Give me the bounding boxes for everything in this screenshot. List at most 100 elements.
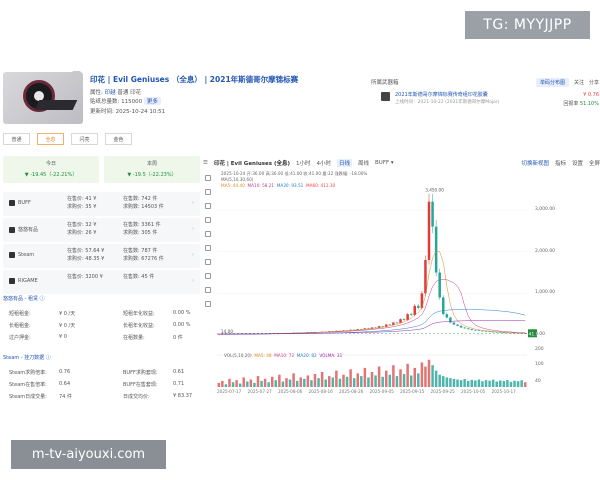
sell-qty-line: 在售数: 787 件: [123, 247, 164, 255]
wear-tab[interactable]: 金色: [105, 133, 132, 145]
kv-value: ¥ 0: [59, 334, 67, 340]
case-title-link[interactable]: 2021年斯德哥尔摩锦标赛传奇组印花胶囊: [395, 91, 488, 98]
volume-bar: [238, 383, 242, 387]
volume-bar: [288, 379, 292, 387]
volume-bar: [320, 372, 324, 387]
volume-bar: [253, 382, 256, 387]
sell-price-label: 在售价:: [67, 196, 84, 202]
y-tick-label: 2,000.00: [535, 248, 556, 254]
sell-price-line: 在售价: 41 ¥: [67, 195, 96, 203]
shape-icon[interactable]: [205, 231, 211, 237]
follow-button[interactable]: 关注: [574, 79, 584, 86]
chevron-right-icon: ›: [192, 252, 194, 258]
kv-value: 0.00 %: [173, 322, 191, 328]
volume-bar: [495, 381, 498, 387]
x-tick-label: 2025-10-05: [461, 389, 486, 394]
candle: [406, 314, 409, 320]
candle: [449, 317, 452, 323]
magnet-icon[interactable]: [205, 273, 211, 279]
toolbar-action[interactable]: 全屏: [589, 159, 600, 167]
volume-legend: VOL(5,10,20) MA5: 48 MA10: 72 MA20: 82 V…: [224, 353, 342, 358]
toolbar-action[interactable]: 设置: [572, 159, 583, 167]
favorite-icon[interactable]: [72, 71, 81, 79]
buy-qty-label: 求购数:: [123, 256, 140, 262]
volume-bar: [470, 379, 474, 387]
kv-value: 0.61: [173, 369, 185, 375]
market-name: Steam: [9, 252, 34, 258]
volume-bar: [295, 380, 299, 387]
eye-icon[interactable]: [205, 287, 211, 293]
buy-qty: 305 件: [141, 230, 158, 236]
candle: [459, 325, 463, 328]
trash-icon[interactable]: [205, 301, 211, 307]
market-row[interactable]: BUFF 在售价: 41 ¥ 求购价: 35 ¥ 在售数: 742 件求购数: 145…: [3, 192, 200, 216]
ray-icon[interactable]: [205, 203, 211, 209]
supply-more-button[interactable]: 更多: [143, 97, 161, 105]
trendline-icon[interactable]: [205, 189, 211, 195]
sell-qty-line: 在售数: 3361 件: [123, 221, 161, 229]
market-row[interactable]: RIGAME 在售价: 3200 ¥ 在售数: 45 件 ›: [3, 270, 200, 294]
share-button[interactable]: 分享: [589, 79, 599, 86]
x-tick-label: 2025-08-26: [339, 389, 364, 394]
market-row[interactable]: Steam 在售价: 57.64 ¥ 求购价: 48.35 ¥ 在售数: 787 件求…: [3, 244, 200, 268]
volume-bar: [317, 378, 320, 387]
interval-tab[interactable]: 4小时: [317, 159, 332, 167]
supply-value: 115000: [121, 99, 143, 105]
platform-select[interactable]: BUFF ▾: [375, 160, 394, 166]
volume-bar: [356, 373, 359, 387]
kv-label: BUFF求购套现:: [123, 370, 158, 376]
market-row[interactable]: 悠悠有品 在售价: 32 ¥ 求购价: 26 ¥ 在售数: 3361 件求购数: 30…: [3, 218, 200, 242]
kv-value: ¥ 0 /天: [59, 311, 76, 317]
buy-price-label: 求购价:: [67, 204, 84, 210]
sell-qty-label: 在售数:: [123, 196, 140, 202]
kv-value: 0.76: [59, 369, 71, 375]
crosshair-icon[interactable]: [205, 175, 211, 181]
wear-tab[interactable]: 普通: [3, 133, 30, 145]
volume-bar: [459, 380, 463, 387]
wear-tab[interactable]: 闪亮: [71, 133, 98, 145]
x-tick-label: 2025-07-17: [217, 389, 242, 394]
toolbar-action[interactable]: 指标: [555, 159, 566, 167]
sell-qty: 742 件: [141, 196, 158, 202]
today-change-box: 今日 ▼ -19.45（-22.21%）: [3, 156, 99, 183]
buy-price: 48.35 ¥: [85, 256, 105, 262]
volume-bar: [388, 374, 392, 387]
ruler-icon[interactable]: [205, 259, 211, 265]
fib-icon[interactable]: [205, 217, 211, 223]
interval-tab[interactable]: 1小时: [296, 159, 311, 167]
market-name-text: BUFF: [18, 200, 31, 206]
candle: [424, 260, 427, 294]
volume-bar: [342, 374, 345, 387]
kv-label: 长租租金:: [9, 323, 31, 329]
y-tick-label: 1,000.00: [535, 290, 556, 296]
sell-qty-line: 在售数: 45 件: [123, 273, 154, 281]
related-buttons: 单码分布图 关注 分享: [535, 78, 599, 87]
kv-label: BUFF在售套现:: [123, 382, 158, 388]
market-logo-icon: [9, 278, 15, 284]
volume-bar: [345, 376, 349, 387]
volume-bar: [224, 384, 228, 387]
kv-label: 在租数量:: [123, 335, 145, 341]
text-icon[interactable]: [205, 245, 211, 251]
distribution-button[interactable]: 单码分布图: [535, 78, 569, 87]
buy-price-label: 求购价:: [67, 230, 84, 236]
volume-bar: [484, 380, 488, 387]
type-extra: 普通: [117, 90, 129, 96]
related-case-panel: 所属武器箱 单码分布图 关注 分享 2021年斯德哥尔摩锦标赛传奇组印花胶囊 上…: [371, 78, 599, 107]
wear-tab[interactable]: 全息: [37, 133, 64, 145]
volume-bar: [502, 381, 506, 387]
candlestick-plot[interactable]: 41.003,450.0014.00: [217, 185, 537, 389]
interval-tab[interactable]: 日线: [337, 159, 353, 167]
type-value-link[interactable]: 印越: [105, 90, 116, 96]
y-tick-label: 0.00: [535, 332, 546, 337]
interval-tab[interactable]: 周线: [358, 159, 369, 167]
price-change-row: 今日 ▼ -19.45（-22.21%） 本周 ▼ -19.5（-22.23%）: [3, 156, 200, 183]
volume-bar: [285, 378, 288, 387]
candle: [427, 201, 431, 260]
toolbar-action[interactable]: 切换新视图: [521, 159, 549, 167]
menu-icon[interactable]: ☰: [203, 160, 208, 166]
week-label: 本周: [146, 161, 157, 167]
kv-label: 长租年化收益:: [123, 323, 155, 329]
x-tick-label: 2025-08-06: [278, 389, 303, 394]
candle: [438, 272, 441, 298]
